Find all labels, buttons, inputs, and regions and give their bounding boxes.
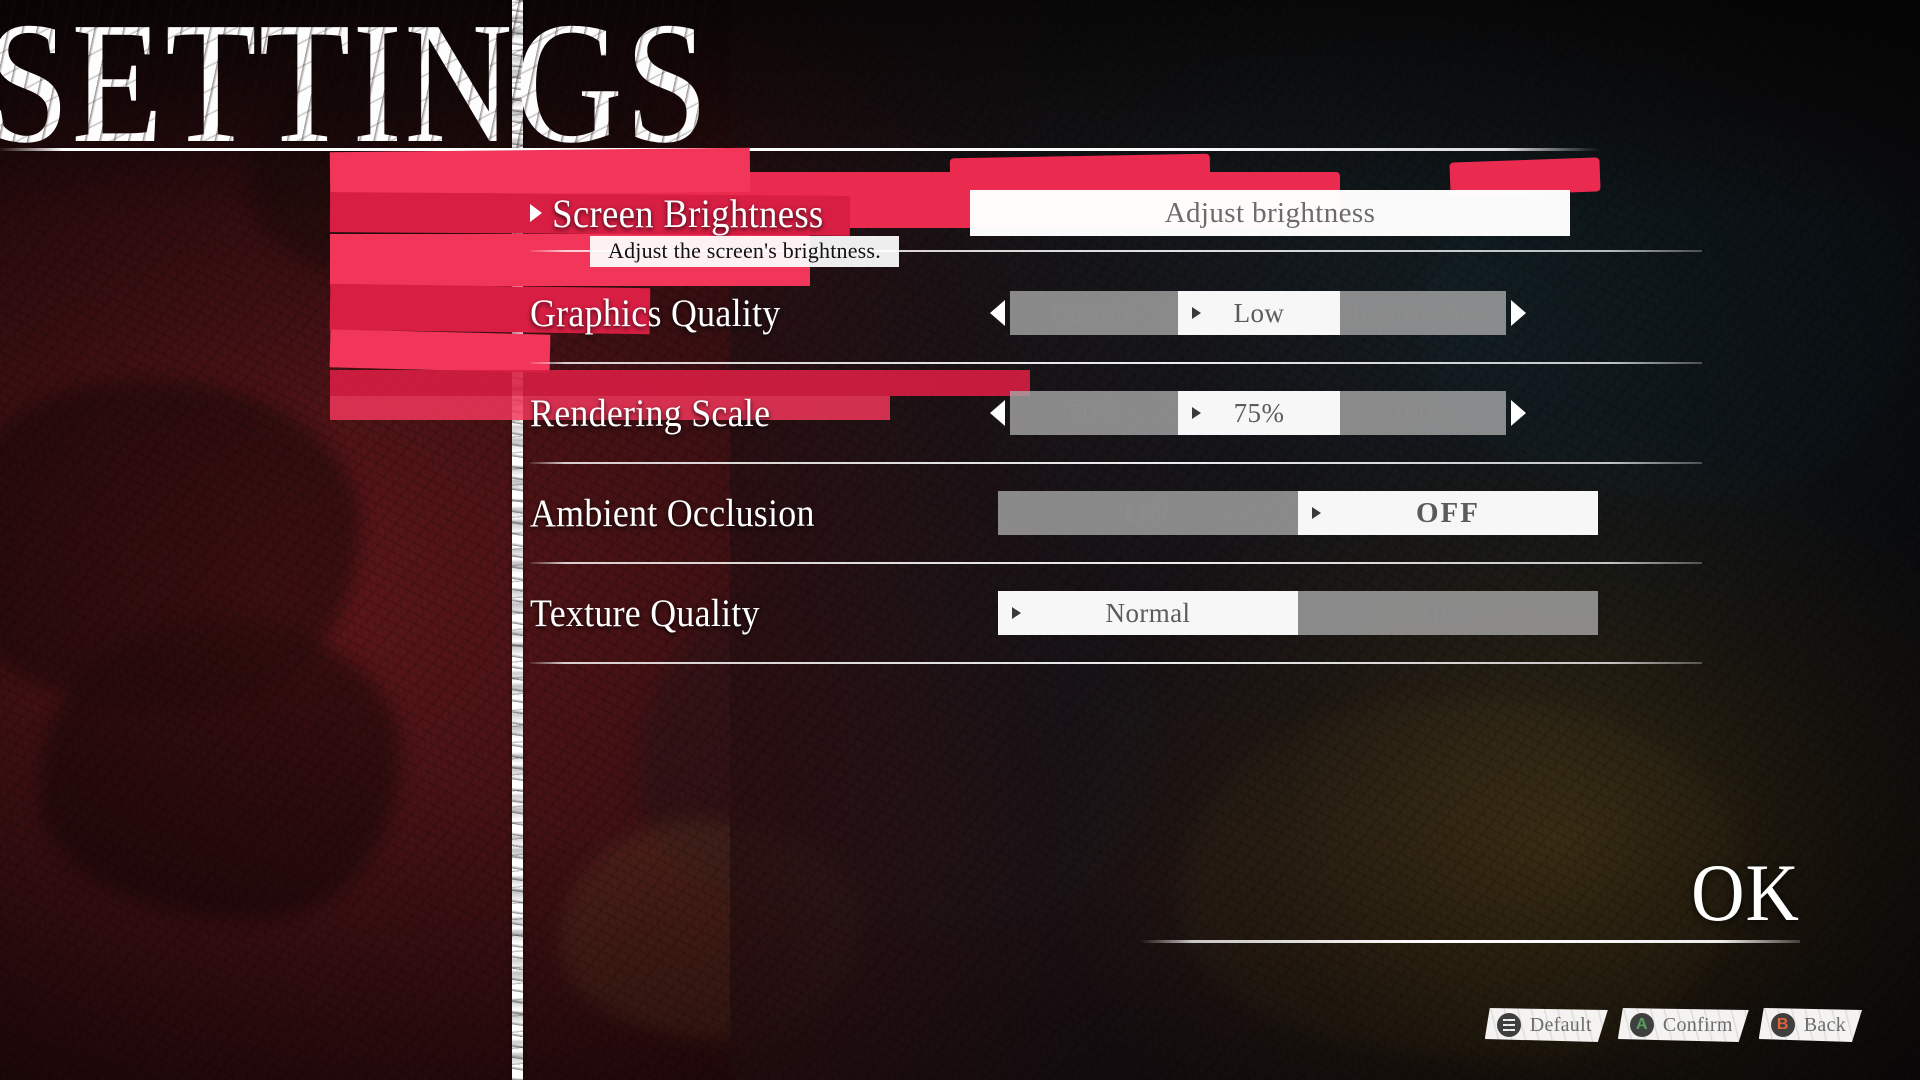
option-intermediate[interactable]: Intermediate xyxy=(1340,291,1506,335)
ok-underline xyxy=(1140,940,1800,943)
settings-row-rendering-scale[interactable]: Rendering Scale 50% 75% 100% xyxy=(530,376,1702,476)
prompt-default[interactable]: Default xyxy=(1485,1008,1608,1042)
label-text: Ambient Occlusion xyxy=(530,491,815,535)
option-label: Normal xyxy=(1105,597,1191,628)
option-75[interactable]: 75% xyxy=(1178,391,1340,435)
option-label: Low xyxy=(1233,297,1285,328)
button-a-letter: A xyxy=(1636,1016,1648,1033)
texture-quality-option-group: Normal High xyxy=(998,591,1598,635)
option-label: 75% xyxy=(1233,397,1285,428)
row-underline xyxy=(530,562,1702,564)
label-text: Texture Quality xyxy=(530,591,760,635)
next-option-arrow-icon[interactable] xyxy=(1511,400,1526,426)
option-normal[interactable]: Normal xyxy=(998,591,1298,635)
ok-button[interactable]: OK xyxy=(1370,853,1800,935)
prev-option-arrow-icon[interactable] xyxy=(990,400,1005,426)
prompt-back-label: Back xyxy=(1803,1013,1846,1036)
button-prompt-bar: Default A Confirm B Back xyxy=(1485,1008,1862,1042)
menu-icon xyxy=(1497,1013,1521,1037)
title-underline xyxy=(0,148,1600,151)
prompt-default-label: Default xyxy=(1529,1013,1592,1036)
page-title: SETTINGS xyxy=(0,0,711,170)
settings-row-screen-brightness[interactable]: Screen Brightness Adjust brightness Adju… xyxy=(329,147,1702,420)
label-text: Screen Brightness xyxy=(552,190,824,236)
settings-row-label: Screen Brightness xyxy=(530,190,824,237)
prompt-confirm-label: Confirm xyxy=(1662,1013,1733,1036)
settings-row-label: Rendering Scale xyxy=(530,391,770,436)
button-a-icon: A xyxy=(1630,1013,1654,1037)
settings-row-label: Ambient Occlusion xyxy=(530,491,815,536)
next-option-arrow-icon[interactable] xyxy=(1511,300,1526,326)
settings-row-ambient-occlusion[interactable]: Ambient Occlusion ON OFF xyxy=(530,476,1702,576)
adjust-brightness-button[interactable]: Adjust brightness xyxy=(970,190,1570,236)
button-b-icon: B xyxy=(1771,1013,1795,1037)
row-underline xyxy=(530,662,1702,664)
selection-caret-icon xyxy=(530,204,542,222)
page-title-wrap: SETTINGS xyxy=(0,0,711,170)
graphics-quality-option-group: Custom Low Intermediate xyxy=(990,291,1526,335)
option-low[interactable]: Low xyxy=(1178,291,1340,335)
option-50[interactable]: 50% xyxy=(1010,391,1178,435)
brightness-value-group: Adjust brightness xyxy=(970,190,1570,236)
ambient-occlusion-option-group: ON OFF xyxy=(998,491,1598,535)
prev-option-arrow-icon[interactable] xyxy=(990,300,1005,326)
label-text: Graphics Quality xyxy=(530,291,781,335)
option-selected-tick-icon xyxy=(1192,407,1201,419)
rendering-scale-option-group: 50% 75% 100% xyxy=(990,391,1526,435)
settings-menu: Screen Brightness Adjust brightness Adju… xyxy=(329,147,1702,676)
prompt-confirm[interactable]: A Confirm xyxy=(1618,1008,1749,1042)
settings-row-texture-quality[interactable]: Texture Quality Normal High xyxy=(530,576,1702,676)
prompt-back[interactable]: B Back xyxy=(1759,1008,1862,1042)
button-b-letter: B xyxy=(1776,1016,1789,1033)
row-underline xyxy=(530,462,1702,464)
option-high[interactable]: High xyxy=(1298,591,1598,635)
settings-row-label: Graphics Quality xyxy=(530,291,781,336)
option-on[interactable]: ON xyxy=(998,491,1298,535)
option-custom[interactable]: Custom xyxy=(1010,291,1178,335)
option-off[interactable]: OFF xyxy=(1298,491,1598,535)
row-underline xyxy=(530,362,1702,364)
settings-row-label: Texture Quality xyxy=(530,591,760,636)
settings-row-description: Adjust the screen's brightness. xyxy=(590,236,899,267)
settings-row-graphics-quality[interactable]: Graphics Quality Custom Low Intermediate xyxy=(530,276,1702,376)
ok-block[interactable]: OK xyxy=(1140,853,1800,943)
label-text: Rendering Scale xyxy=(530,391,771,435)
option-selected-tick-icon xyxy=(1012,607,1021,619)
option-selected-tick-icon xyxy=(1192,307,1201,319)
option-selected-tick-icon xyxy=(1312,507,1321,519)
option-100[interactable]: 100% xyxy=(1340,391,1506,435)
option-label: OFF xyxy=(1416,496,1480,529)
